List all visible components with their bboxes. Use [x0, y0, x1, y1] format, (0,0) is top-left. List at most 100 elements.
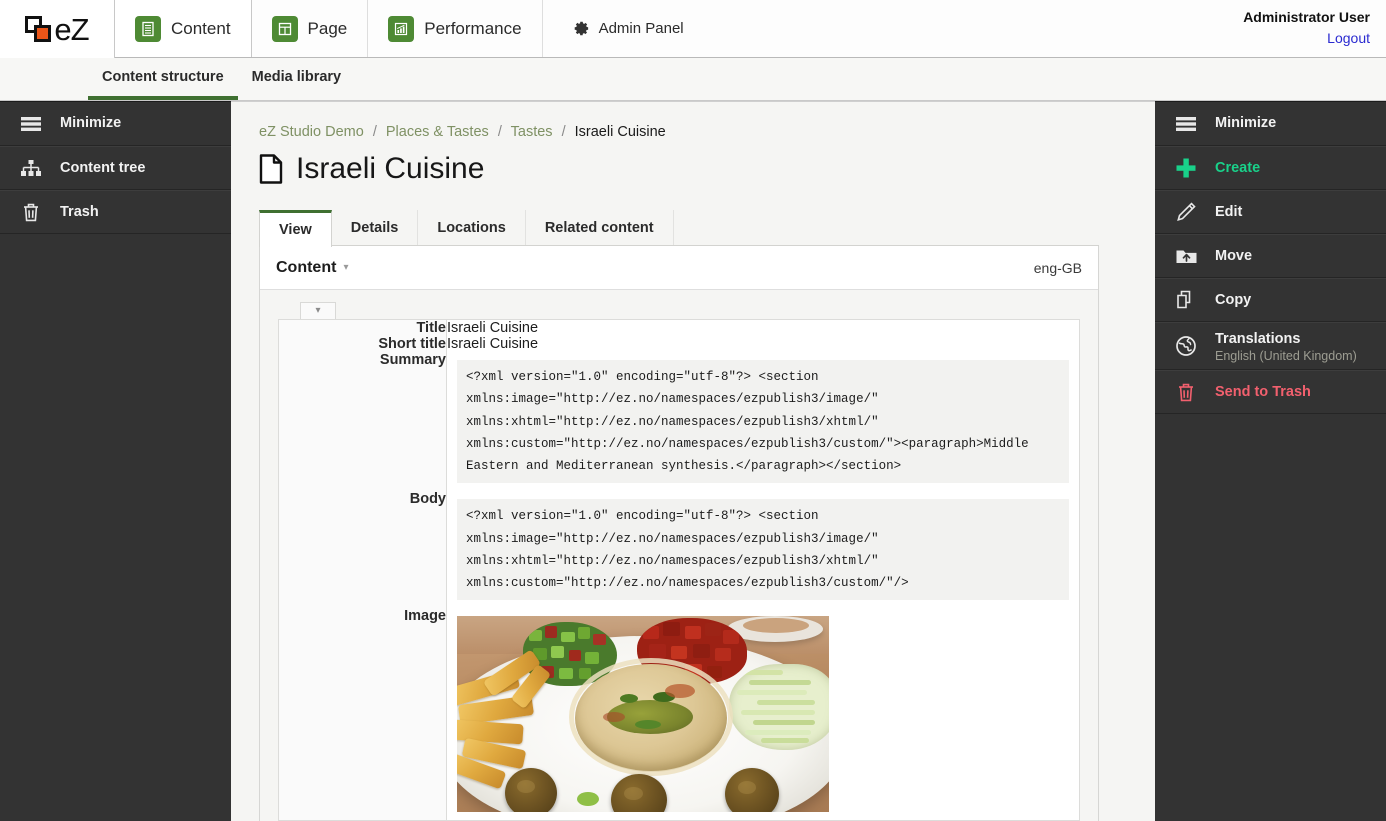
right-sidebar: Minimize Create Edit Move Copy Translati…	[1155, 101, 1386, 821]
field-label-body: Body	[278, 491, 447, 609]
ez-logo[interactable]: eZ	[0, 0, 115, 58]
tab-locations[interactable]: Locations	[418, 210, 526, 245]
table-row: Summary <?xml version="1.0" encoding="ut…	[278, 352, 1080, 492]
sidebar-item-content-tree[interactable]: Content tree	[0, 146, 231, 190]
tab-details[interactable]: Details	[332, 210, 419, 245]
nav-item-performance[interactable]: Performance	[368, 0, 543, 57]
tree-icon	[18, 159, 44, 178]
content-panel-header: Content ▾ eng-GB	[260, 246, 1098, 290]
field-table: Title Israeli Cuisine Short title Israel…	[278, 319, 1080, 821]
sidebar-item-edit-label: Edit	[1215, 203, 1243, 220]
subtab-content-structure-label: Content structure	[102, 69, 224, 85]
tab-view[interactable]: View	[259, 210, 332, 247]
sidebar-item-trash[interactable]: Trash	[0, 190, 231, 234]
main-nav: Content Page Performance	[114, 0, 543, 57]
field-label-title: Title	[278, 319, 447, 336]
table-row: Short title Israeli Cuisine	[278, 336, 1080, 352]
cabbage-slaw	[729, 664, 829, 751]
user-block: Administrator User Logout	[1243, 8, 1370, 50]
content-panel-body: ▾ Title Israeli Cuisine Short title Isra…	[260, 290, 1098, 821]
breadcrumb-item-1[interactable]: Places & Tastes	[386, 124, 489, 140]
chevron-down-icon: ▾	[343, 261, 349, 273]
tab-view-label: View	[279, 222, 312, 238]
field-value-image-cell	[447, 608, 1080, 821]
breadcrumb-item-0[interactable]: eZ Studio Demo	[259, 124, 364, 140]
admin-panel-label: Admin Panel	[598, 20, 684, 37]
breadcrumb-item-2[interactable]: Tastes	[511, 124, 553, 140]
sidebar-item-translations[interactable]: Translations English (United Kingdom)	[1155, 322, 1386, 370]
sidebar-item-move-label: Move	[1215, 247, 1253, 264]
chevron-down-icon: ▾	[315, 305, 321, 316]
breadcrumb: eZ Studio Demo / Places & Tastes / Taste…	[259, 124, 1127, 140]
table-row: Body <?xml version="1.0" encoding="utf-8…	[278, 491, 1080, 609]
sidebar-item-minimize-left-label: Minimize	[60, 115, 122, 132]
admin-panel-link[interactable]: Admin Panel	[543, 0, 704, 57]
sidebar-item-minimize-right[interactable]: Minimize	[1155, 102, 1386, 146]
table-row: Title Israeli Cuisine	[278, 319, 1080, 336]
content-panel-toggle[interactable]: Content ▾	[276, 259, 348, 277]
page-title: Israeli Cuisine	[259, 154, 1127, 184]
subtab-content-structure[interactable]: Content structure	[88, 58, 238, 100]
main-content: eZ Studio Demo / Places & Tastes / Taste…	[231, 101, 1155, 821]
field-value-title: Israeli Cuisine	[447, 320, 539, 336]
plus-icon	[1173, 157, 1199, 179]
field-label-image: Image	[278, 608, 447, 821]
nav-item-performance-label: Performance	[424, 18, 522, 38]
subtab-media-library[interactable]: Media library	[238, 58, 355, 100]
language-badge: eng-GB	[1033, 259, 1082, 276]
sidebar-item-move[interactable]: Move	[1155, 234, 1386, 278]
move-icon	[1173, 246, 1199, 266]
document-icon	[259, 154, 283, 184]
sidebar-item-create-label: Create	[1215, 159, 1261, 176]
tab-related-content-label: Related content	[544, 219, 654, 236]
copy-icon	[1173, 289, 1199, 311]
content-tabs: View Details Locations Related content	[259, 210, 1099, 247]
gear-icon	[573, 20, 590, 37]
trash-icon	[1173, 382, 1199, 403]
nav-item-page[interactable]: Page	[252, 0, 369, 57]
field-value-body: <?xml version="1.0" encoding="utf-8"?> <…	[457, 499, 1069, 601]
logo-squares-icon	[25, 15, 52, 43]
sidebar-item-send-to-trash-label: Send to Trash	[1215, 383, 1311, 400]
sidebar-item-minimize-right-label: Minimize	[1215, 115, 1277, 132]
sidebar-item-edit[interactable]: Edit	[1155, 190, 1386, 234]
hamburger-icon	[18, 116, 44, 132]
breadcrumb-separator: /	[497, 124, 502, 140]
field-label-short-title: Short title	[278, 336, 447, 352]
field-value-body-cell: <?xml version="1.0" encoding="utf-8"?> <…	[447, 491, 1080, 608]
user-name: Administrator User	[1243, 9, 1370, 25]
sidebar-item-trash-label: Trash	[60, 203, 99, 220]
sidebar-item-create[interactable]: Create	[1155, 146, 1386, 190]
field-label-summary: Summary	[278, 352, 447, 492]
subtab-media-library-label: Media library	[251, 69, 342, 85]
breadcrumb-separator: /	[372, 124, 377, 140]
logo-text: eZ	[54, 11, 89, 47]
performance-icon	[388, 15, 415, 42]
sidebar-item-translations-sub: English (United Kingdom)	[1215, 348, 1357, 363]
sidebar-item-send-to-trash[interactable]: Send to Trash	[1155, 370, 1386, 414]
tab-related-content[interactable]: Related content	[526, 210, 674, 245]
field-value-summary-cell: <?xml version="1.0" encoding="utf-8"?> <…	[447, 352, 1080, 491]
globe-icon	[1173, 335, 1199, 357]
sidebar-item-translations-label: Translations	[1215, 330, 1301, 347]
app-shell: Minimize Content tree Trash eZ Studio De…	[0, 101, 1386, 821]
sidebar-item-copy[interactable]: Copy	[1155, 278, 1386, 322]
nav-item-content[interactable]: Content	[114, 0, 252, 57]
pencil-icon	[1173, 201, 1199, 223]
page-icon	[271, 15, 298, 42]
hamburger-icon	[1173, 116, 1199, 132]
field-value-short-title: Israeli Cuisine	[447, 336, 539, 352]
content-panel: Content ▾ eng-GB ▾ Title Israeli Cuisine	[259, 246, 1099, 821]
table-row: Image	[278, 608, 1080, 821]
logout-link[interactable]: Logout	[1327, 29, 1370, 49]
sidebar-item-minimize-left[interactable]: Minimize	[0, 102, 231, 146]
breadcrumb-separator: /	[561, 124, 566, 140]
left-sidebar: Minimize Content tree Trash	[0, 101, 231, 821]
breadcrumb-current: Israeli Cuisine	[574, 124, 666, 140]
content-panel-title: Content	[276, 258, 337, 276]
fieldgroup-collapse-toggle[interactable]: ▾	[300, 302, 336, 319]
top-header: eZ Content Page Performance Admin Panel …	[0, 0, 1386, 58]
sidebar-item-copy-label: Copy	[1215, 291, 1252, 308]
israeli-mezze-plate-photo	[457, 616, 829, 813]
sub-nav: Content structure Media library	[0, 58, 1386, 101]
